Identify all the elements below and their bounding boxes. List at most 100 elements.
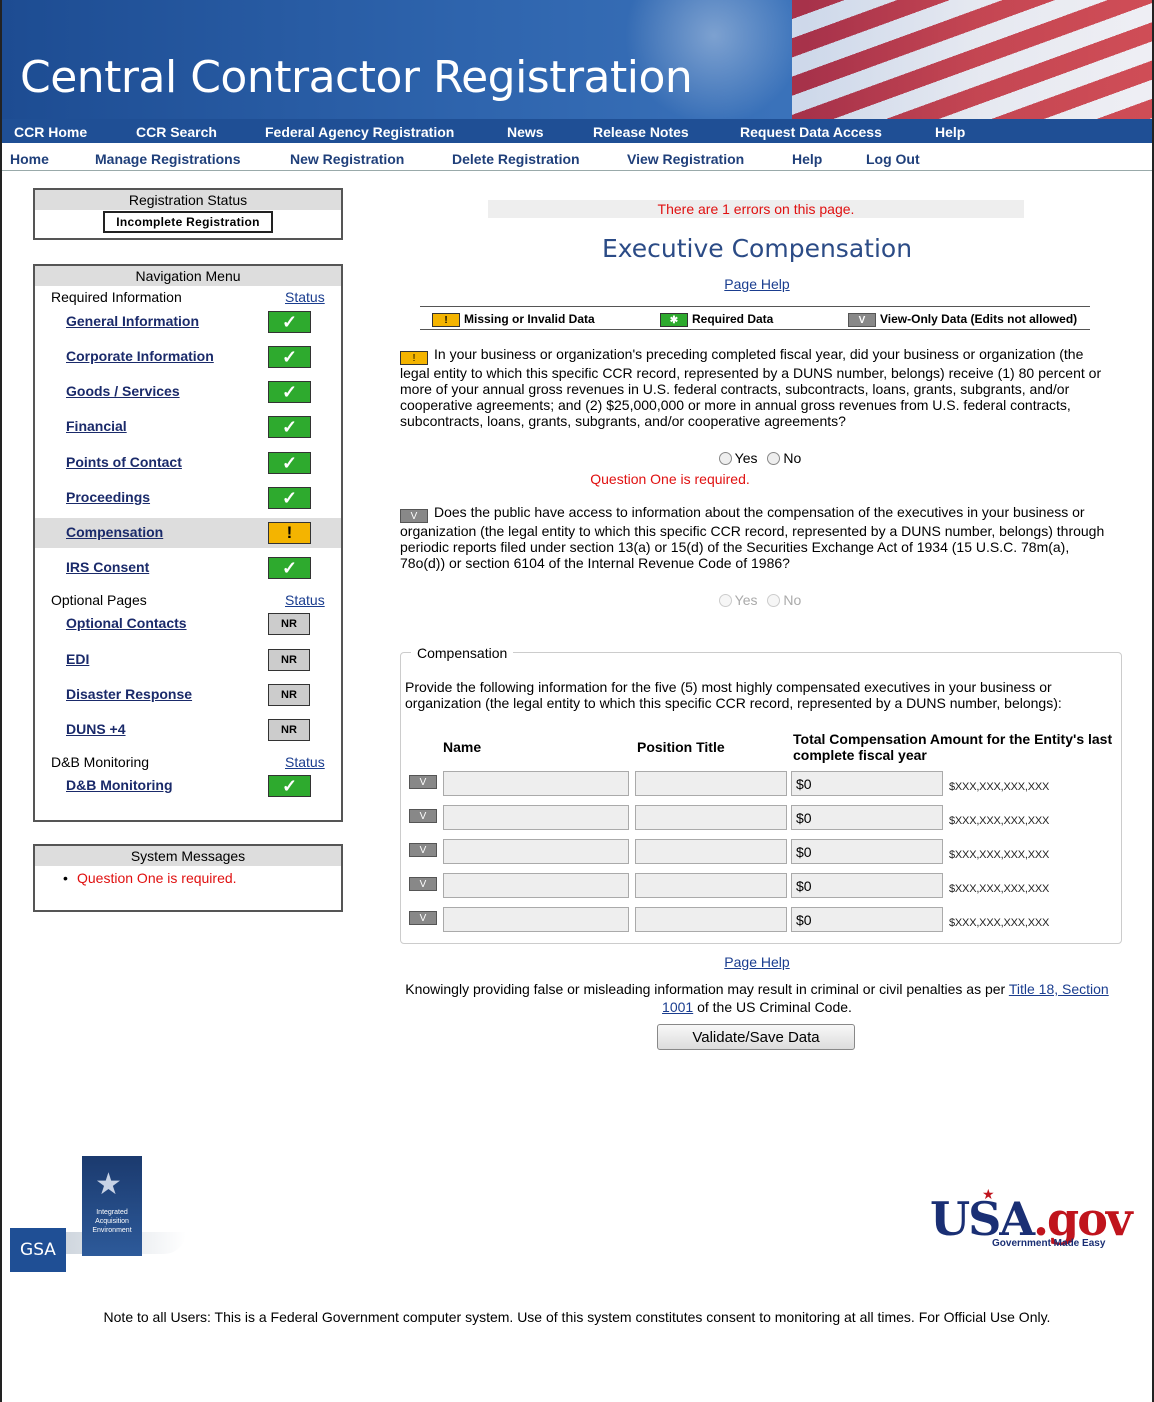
position-title-input[interactable] [635,907,787,932]
nav-status-link-required[interactable]: Status [285,289,325,305]
nav-item-financial[interactable]: Financial ✓ [35,412,341,442]
nav-status-link-optional[interactable]: Status [285,592,325,608]
nav-item-duns-plus-4[interactable]: DUNS +4 NR [35,715,341,745]
executive-name-input[interactable] [443,771,629,796]
usa-gov-tagline: Government Made Easy [992,1238,1106,1249]
asterisk-icon: ✱ [660,312,688,327]
sub-nav-home[interactable]: Home [10,151,49,167]
top-nav-help[interactable]: Help [935,124,965,140]
nav-item-disaster-response[interactable]: Disaster Response NR [35,680,341,710]
compensation-amount-input[interactable] [791,771,943,796]
warning-icon: ! [268,522,311,544]
nav-link-label[interactable]: Proceedings [66,489,150,505]
nav-item-dnb-monitoring[interactable]: D&B Monitoring ✓ [35,771,341,801]
compensation-amount-input[interactable] [791,839,943,864]
sub-nav-help[interactable]: Help [792,151,822,167]
amount-format-hint: $XXX,XXX,XXX,XXX [949,815,1050,827]
compensation-amount-input[interactable] [791,873,943,898]
checkmark-icon: ✓ [268,416,311,438]
flag-stripes-graphic [792,0,1152,119]
nav-group-required: Required Information [51,289,182,305]
top-nav-ccr-search[interactable]: CCR Search [136,124,217,140]
q1-no-radio[interactable] [767,452,781,465]
sub-nav-new-registration[interactable]: New Registration [290,151,404,167]
nav-link-label[interactable]: Disaster Response [66,686,192,702]
executive-name-input[interactable] [443,907,629,932]
nav-item-general-information[interactable]: General Information ✓ [35,307,341,337]
nav-item-proceedings[interactable]: Proceedings ✓ [35,483,341,513]
nav-link-label[interactable]: IRS Consent [66,559,149,575]
q1-no-label: No [783,450,802,466]
page-help-link-top[interactable]: Page Help [392,276,1122,292]
nav-link-label[interactable]: Optional Contacts [66,615,187,631]
iae-logo: ★ Integrated Acquisition Environment [82,1156,142,1256]
nav-link-label[interactable]: EDI [66,651,89,667]
q2-yes-label: Yes [734,592,758,608]
sub-nav-log-out[interactable]: Log Out [866,151,920,167]
sub-nav-manage-registrations[interactable]: Manage Registrations [95,151,240,167]
view-only-icon: V [409,911,437,925]
amount-format-hint: $XXX,XXX,XXX,XXX [949,849,1050,861]
view-only-icon: V [400,509,428,523]
nav-item-corporate-information[interactable]: Corporate Information ✓ [35,342,341,372]
nav-item-edi[interactable]: EDI NR [35,645,341,675]
top-nav-federal-agency-registration[interactable]: Federal Agency Registration [265,124,454,140]
registration-status-value: Incomplete Registration [103,211,273,233]
position-title-input[interactable] [635,873,787,898]
legend-view-only-label: View-Only Data (Edits not allowed) [880,312,1078,326]
compensation-row: V $XXX,XXX,XXX,XXX [409,873,1109,899]
page-help-link-bottom[interactable]: Page Help [392,954,1122,970]
page-title: Executive Compensation [601,234,913,263]
nav-group-dnb: D&B Monitoring [51,754,150,770]
legend-required-label: Required Data [692,312,774,326]
q2-no-label: No [783,592,802,608]
executive-name-input[interactable] [443,839,629,864]
executive-name-input[interactable] [443,873,629,898]
nav-status-link-dnb[interactable]: Status [285,754,325,770]
view-only-icon: V [409,775,437,789]
site-header-banner: Central Contractor Registration [2,0,1152,119]
compensation-amount-input[interactable] [791,907,943,932]
q2-no-radio [767,594,781,607]
gsa-logo: GSA [10,1228,66,1272]
site-title: Central Contractor Registration [20,52,693,103]
not-required-badge: NR [268,684,310,706]
top-nav-request-data-access[interactable]: Request Data Access [740,124,882,140]
top-nav-ccr-home[interactable]: CCR Home [14,124,87,140]
nav-item-goods-services[interactable]: Goods / Services ✓ [35,377,341,407]
position-title-input[interactable] [635,805,787,830]
nav-item-irs-consent[interactable]: IRS Consent ✓ [35,553,341,583]
legend-required: ✱ Required Data [660,312,773,327]
view-only-icon: V [848,312,876,327]
col-header-name: Name [443,739,482,755]
question-two: V Does the public have access to informat… [400,504,1115,571]
nav-item-compensation[interactable]: Compensation ! [35,518,341,548]
nav-link-label[interactable]: General Information [66,313,199,329]
nav-item-points-of-contact[interactable]: Points of Contact ✓ [35,448,341,478]
q1-yes-radio[interactable] [718,452,732,465]
star-icon: ★ [95,1168,122,1201]
compensation-amount-input[interactable] [791,805,943,830]
sub-nav-view-registration[interactable]: View Registration [627,151,744,167]
page: Central Contractor Registration CCR Home… [0,0,1154,1402]
nav-link-label[interactable]: Compensation [66,524,163,540]
top-nav-release-notes[interactable]: Release Notes [593,124,689,140]
nav-link-label[interactable]: D&B Monitoring [66,777,173,793]
position-title-input[interactable] [635,771,787,796]
nav-link-label[interactable]: Points of Contact [66,454,182,470]
warning-icon: ! [432,312,460,327]
compensation-row: V $XXX,XXX,XXX,XXX [409,907,1109,933]
nav-item-optional-contacts[interactable]: Optional Contacts NR [35,609,341,639]
top-nav-news[interactable]: News [507,124,544,140]
sub-nav-delete-registration[interactable]: Delete Registration [452,151,580,167]
compensation-fieldset: Compensation Provide the following infor… [400,645,1122,944]
navigation-menu-title: Navigation Menu [35,266,341,286]
position-title-input[interactable] [635,839,787,864]
nav-link-label[interactable]: Financial [66,418,127,434]
nav-link-label[interactable]: Corporate Information [66,348,214,364]
nav-link-label[interactable]: Goods / Services [66,383,180,399]
executive-name-input[interactable] [443,805,629,830]
validate-save-button[interactable]: Validate/Save Data [657,1024,855,1050]
error-banner: There are 1 errors on this page. [488,200,1024,218]
nav-link-label[interactable]: DUNS +4 [66,721,126,737]
